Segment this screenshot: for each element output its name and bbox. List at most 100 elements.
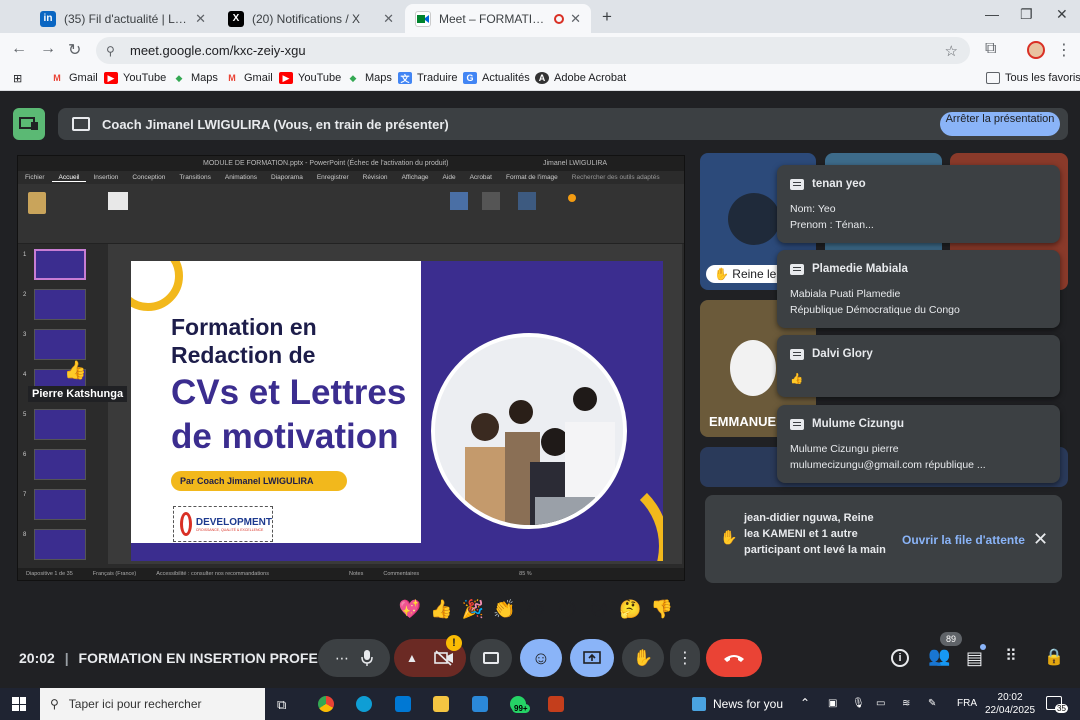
slide-thumbnail[interactable] bbox=[34, 289, 86, 320]
emoji-button[interactable]: ☺ bbox=[520, 639, 562, 677]
reaction-party-button[interactable]: 🎉 bbox=[457, 593, 489, 625]
chat-icon[interactable]: ▤ bbox=[966, 648, 983, 669]
addins-icon[interactable] bbox=[568, 194, 576, 202]
news-icon[interactable] bbox=[692, 697, 706, 711]
slide-1[interactable]: Formation en Redaction de CVs et Lettres… bbox=[131, 261, 663, 561]
stop-presenting-button[interactable]: Arrêter la présentation bbox=[940, 112, 1060, 136]
close-tab-icon[interactable]: ✕ bbox=[195, 11, 206, 27]
paste-icon[interactable] bbox=[28, 192, 46, 214]
slide-thumbnail[interactable] bbox=[34, 489, 86, 520]
ribbon-tab[interactable]: Acrobat bbox=[463, 174, 499, 181]
forward-icon[interactable]: → bbox=[40, 40, 56, 58]
ribbon-tab[interactable]: Format de l'image bbox=[499, 174, 565, 181]
raise-hand-button[interactable]: ✋ bbox=[622, 639, 664, 677]
edge-icon[interactable] bbox=[356, 696, 372, 712]
restore-icon[interactable]: ❐ bbox=[1020, 6, 1033, 23]
ribbon-tab[interactable]: Aide bbox=[436, 174, 463, 181]
zoom-level[interactable]: 85 % bbox=[519, 571, 532, 577]
close-window-icon[interactable]: ✕ bbox=[1056, 6, 1068, 23]
slide-thumbnail[interactable] bbox=[34, 409, 86, 440]
menu-icon[interactable]: ⋮ bbox=[1056, 40, 1072, 60]
reaction-laugh-button[interactable]: 😂 bbox=[520, 593, 552, 625]
chat-notification[interactable]: Plamedie Mabiala Mabiala Puati Plamedie … bbox=[777, 250, 1060, 328]
reload-icon[interactable]: ↻ bbox=[68, 40, 81, 60]
chat-notification[interactable]: Mulume Cizungu Mulume Cizungu pierre mul… bbox=[777, 405, 1060, 483]
new-tab-button[interactable]: + bbox=[596, 6, 618, 28]
address-bar[interactable]: ⚲ meet.google.com/kxc-zeiy-xgu ☆ bbox=[96, 37, 970, 64]
file-explorer-icon[interactable] bbox=[433, 696, 449, 712]
close-icon[interactable]: ✕ bbox=[1033, 529, 1048, 550]
slide-thumbnail[interactable] bbox=[34, 249, 86, 280]
ribbon-tab[interactable]: Insertion bbox=[86, 174, 125, 181]
powerpoint-icon[interactable] bbox=[548, 696, 564, 712]
taskbar-search[interactable]: ⚲ Taper ici pour rechercher bbox=[40, 688, 265, 720]
windows-start-icon[interactable] bbox=[12, 697, 26, 711]
bookmark-gmail[interactable]: M Gmail bbox=[225, 72, 272, 84]
ribbon-tab[interactable]: Accueil bbox=[51, 174, 87, 182]
ribbon-tab[interactable]: Conception bbox=[125, 174, 172, 181]
close-tab-icon[interactable]: ✕ bbox=[383, 11, 394, 27]
camera-button[interactable]: ▲ ! bbox=[394, 635, 466, 677]
reaction-thumbs-up-button[interactable]: 👍 bbox=[426, 593, 458, 625]
reaction-thinking-button[interactable]: 🤔 bbox=[615, 593, 647, 625]
ribbon-tab[interactable]: Diaporama bbox=[264, 174, 310, 181]
chevron-up-icon[interactable]: ⌃ bbox=[800, 696, 810, 710]
store-icon[interactable] bbox=[472, 696, 488, 712]
ribbon-tab[interactable]: Transitions bbox=[172, 174, 218, 181]
language-indicator[interactable]: Français (France) bbox=[93, 571, 136, 577]
taskbar-clock[interactable]: 20:02 22/04/2025 bbox=[985, 691, 1035, 717]
all-bookmarks[interactable]: Tous les favoris bbox=[986, 72, 1080, 84]
tab-meet[interactable]: Meet – FORMATION EN INS ✕ bbox=[405, 4, 591, 33]
tab-x[interactable]: X (20) Notifications / X ✕ bbox=[218, 4, 404, 33]
back-icon[interactable]: ← bbox=[11, 40, 27, 58]
bookmark-gmail[interactable]: M Gmail bbox=[50, 72, 97, 84]
close-tab-icon[interactable]: ✕ bbox=[570, 11, 581, 27]
bookmark-youtube[interactable]: ▶ YouTube bbox=[104, 72, 166, 84]
chrome-icon[interactable] bbox=[318, 696, 334, 712]
reaction-heart-button[interactable]: 💖 bbox=[394, 593, 426, 625]
bookmark-star-icon[interactable]: ☆ bbox=[945, 42, 958, 60]
apps-icon[interactable]: ⊞ bbox=[13, 72, 22, 85]
open-queue-button[interactable]: Ouvrir la file d'attente bbox=[902, 533, 1025, 547]
news-widget[interactable]: News for you bbox=[713, 697, 783, 711]
ribbon-tab[interactable]: Animations bbox=[218, 174, 264, 181]
reaction-surprised-button[interactable]: 😮 bbox=[552, 593, 584, 625]
people-icon[interactable]: 👥 bbox=[928, 646, 950, 667]
more-options-button[interactable]: ⋮ bbox=[670, 639, 700, 677]
slide-thumbnail[interactable] bbox=[34, 449, 86, 480]
profile-avatar[interactable] bbox=[1027, 41, 1045, 59]
chat-notification[interactable]: Dalvi Glory 👍 bbox=[777, 335, 1060, 397]
bookmark-maps[interactable]: ◆ Maps bbox=[346, 72, 392, 84]
bookmark-translate[interactable]: 文 Traduire bbox=[398, 72, 458, 84]
tab-linkedin[interactable]: in (35) Fil d'actualité | LinkedIn ✕ bbox=[30, 4, 216, 33]
bookmark-youtube[interactable]: ▶ YouTube bbox=[279, 72, 341, 84]
ppt-search[interactable]: Rechercher des outils adaptés bbox=[565, 174, 667, 181]
chat-notification[interactable]: tenan yeo Nom: Yeo Prenom : Ténan... bbox=[777, 165, 1060, 243]
microphone-button[interactable]: ⋯ bbox=[318, 639, 390, 677]
reaction-clap-button[interactable]: 👏 bbox=[489, 593, 521, 625]
bookmark-acrobat[interactable]: A Adobe Acrobat bbox=[535, 72, 626, 84]
accessibility-status[interactable]: Accessibilité : consulter nos recommanda… bbox=[156, 571, 269, 577]
ribbon-tab[interactable]: Affichage bbox=[395, 174, 436, 181]
captions-button[interactable] bbox=[470, 639, 512, 677]
development-logo[interactable]: DEVELOPMENT CROISSANCE, QUALITÉ & EXCELL… bbox=[173, 506, 273, 542]
edit-icon[interactable] bbox=[482, 192, 500, 210]
pdf-icon[interactable] bbox=[518, 192, 536, 210]
reaction-thumbs-down-button[interactable]: 👎 bbox=[646, 593, 678, 625]
comments-button[interactable]: Commentaires bbox=[383, 571, 419, 577]
activities-icon[interactable]: ⠿ bbox=[1005, 646, 1017, 666]
design-icon[interactable] bbox=[450, 192, 468, 210]
ribbon-tab[interactable]: Révision bbox=[356, 174, 395, 181]
leave-call-button[interactable] bbox=[706, 639, 762, 677]
reaction-sad-button[interactable]: 😢 bbox=[583, 593, 615, 625]
present-button[interactable] bbox=[570, 639, 614, 677]
extensions-icon[interactable]: ⧉ bbox=[985, 40, 996, 58]
outlook-icon[interactable] bbox=[395, 696, 411, 712]
slide-thumbnail[interactable] bbox=[34, 529, 86, 560]
slide-thumbnail[interactable] bbox=[34, 329, 86, 360]
bookmark-news[interactable]: G Actualités bbox=[463, 72, 530, 84]
minimize-icon[interactable]: — bbox=[985, 6, 999, 22]
ribbon-tab[interactable]: Fichier bbox=[18, 174, 52, 181]
info-icon[interactable]: i bbox=[891, 649, 909, 667]
new-slide-icon[interactable] bbox=[108, 192, 128, 210]
